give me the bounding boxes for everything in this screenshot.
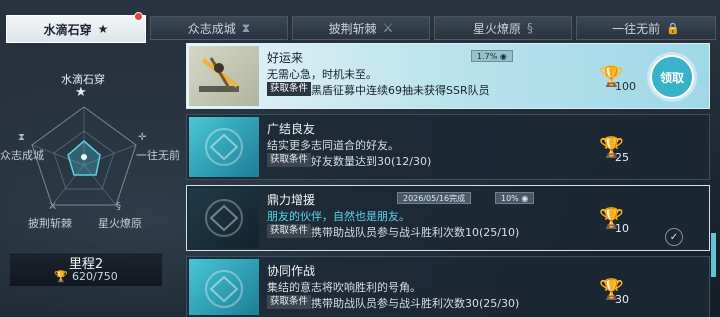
achievement-description: 朋友的伙伴，自然也是朋友。 bbox=[267, 210, 410, 223]
achievement-title: 鼎力增援 bbox=[267, 193, 316, 207]
trophy-count: 10 bbox=[615, 222, 629, 235]
trophy-count: 30 bbox=[615, 293, 629, 306]
trophy-count: 25 bbox=[615, 151, 629, 164]
achievement-description: 结实更多志同道合的好友。 bbox=[267, 139, 399, 152]
cross-arrows-icon: ✛ bbox=[138, 132, 147, 143]
completion-rate-chip: 1.7% ◉ bbox=[471, 50, 513, 62]
radar-label-right: 一往无前 bbox=[136, 149, 180, 162]
completion-date-chip: 2026/05/16完成 bbox=[397, 192, 472, 204]
condition-tag: 获取条件 bbox=[267, 295, 312, 309]
tab-unity[interactable]: 众志成城 ⧗ bbox=[150, 16, 288, 40]
achievement-title: 好运来 bbox=[267, 51, 304, 65]
notification-badge bbox=[134, 12, 143, 21]
achievement-tabs: 水滴石穿 ★ 众志成城 ⧗ 披荆斩棘 ⚔ 星火燎原 § 一往无前 🔒 bbox=[0, 10, 720, 43]
s-emblem-icon: § bbox=[116, 201, 121, 212]
tab-label: 星火燎原 bbox=[472, 21, 521, 36]
mileage-count: 620/750 bbox=[72, 270, 118, 283]
condition-tag: 获取条件 bbox=[267, 224, 312, 238]
s-emblem-icon: § bbox=[527, 21, 533, 35]
tab-label: 披荆斩棘 bbox=[328, 21, 377, 36]
eye-icon: ◉ bbox=[499, 52, 507, 61]
achievement-title: 广结良友 bbox=[267, 122, 316, 136]
sword-icon: ⚔ bbox=[382, 21, 394, 35]
achievement-card[interactable]: 协同作战 集结的意志将吹响胜利的号角。 获取条件 携带助战队员参与战斗胜利次数3… bbox=[186, 256, 710, 317]
radar-label-bottom-right: 星火燎原 bbox=[98, 217, 142, 230]
star-icon: ★ bbox=[97, 22, 109, 36]
radar-label-left: 众志成城 bbox=[0, 149, 44, 162]
hourglass-icon: ⧗ bbox=[241, 20, 251, 35]
claim-button[interactable]: 领取 bbox=[650, 55, 694, 99]
tab-thorns[interactable]: 披荆斩棘 ⚔ bbox=[292, 16, 430, 40]
tab-label: 众志成城 bbox=[187, 21, 236, 36]
achievement-image bbox=[189, 46, 259, 106]
achievement-image bbox=[189, 117, 259, 177]
condition-text: 携带助战队员参与战斗胜利次数10(25/10) bbox=[311, 226, 520, 239]
radar-label-bottom-left: 披荆斩棘 bbox=[28, 217, 72, 230]
eye-icon: ◉ bbox=[521, 194, 529, 203]
completion-rate-chip: 10% ◉ bbox=[495, 192, 535, 204]
list-scrollbar[interactable] bbox=[711, 233, 716, 277]
achievement-card[interactable]: 鼎力增援 朋友的伙伴，自然也是朋友。 获取条件 携带助战队员参与战斗胜利次数10… bbox=[186, 185, 710, 251]
achievement-image bbox=[189, 188, 259, 248]
achievement-title: 协同作战 bbox=[267, 264, 316, 278]
completion-rate: 1.7% bbox=[477, 52, 498, 61]
condition-tag: 获取条件 bbox=[267, 153, 312, 167]
tab-water-drop[interactable]: 水滴石穿 ★ bbox=[6, 12, 146, 43]
achievement-card[interactable]: 广结良友 结实更多志同道合的好友。 获取条件 好友数量达到30(12/30) 🏆… bbox=[186, 114, 710, 180]
completion-rate: 10% bbox=[501, 194, 519, 203]
completed-check-icon: ✓ bbox=[665, 228, 683, 246]
sword-icon: ⚔ bbox=[48, 201, 57, 212]
achievement-description: 集结的意志将吹响胜利的号角。 bbox=[267, 281, 421, 294]
achievement-image bbox=[189, 259, 259, 315]
radar-center-icon bbox=[81, 154, 87, 160]
condition-text: 携带助战队员参与战斗胜利次数30(25/30) bbox=[311, 297, 520, 310]
achievement-card[interactable]: 好运来 无需心急，时机未至。 获取条件 黑盾征募中连续69抽未获得SSR队员 1… bbox=[186, 43, 710, 109]
achievement-description: 无需心急，时机未至。 bbox=[267, 68, 377, 81]
tab-forward[interactable]: 一往无前 🔒 bbox=[576, 16, 716, 40]
tab-spark[interactable]: 星火燎原 § bbox=[434, 16, 572, 40]
condition-text: 黑盾征募中连续69抽未获得SSR队员 bbox=[311, 84, 490, 97]
condition-text: 好友数量达到30(12/30) bbox=[311, 155, 432, 168]
trophy-icon: 🏆 bbox=[54, 270, 68, 283]
mileage-count-row: 🏆 620/750 bbox=[10, 270, 162, 283]
tab-label: 一往无前 bbox=[612, 21, 661, 36]
hourglass-icon: ⧗ bbox=[18, 132, 26, 143]
trophy-count: 100 bbox=[615, 80, 636, 93]
mileage-summary: 里程2 🏆 620/750 bbox=[10, 252, 162, 286]
radar-panel: 水滴石穿 ★ ⧗ ✛ ⚔ § 众志成城 一往无前 披荆斩棘 星火燎原 里程2 🏆… bbox=[0, 55, 180, 317]
tab-label: 水滴石穿 bbox=[43, 22, 92, 37]
condition-tag: 获取条件 bbox=[267, 82, 312, 96]
lock-icon: 🔒 bbox=[666, 21, 680, 35]
radar-chart bbox=[31, 106, 137, 206]
